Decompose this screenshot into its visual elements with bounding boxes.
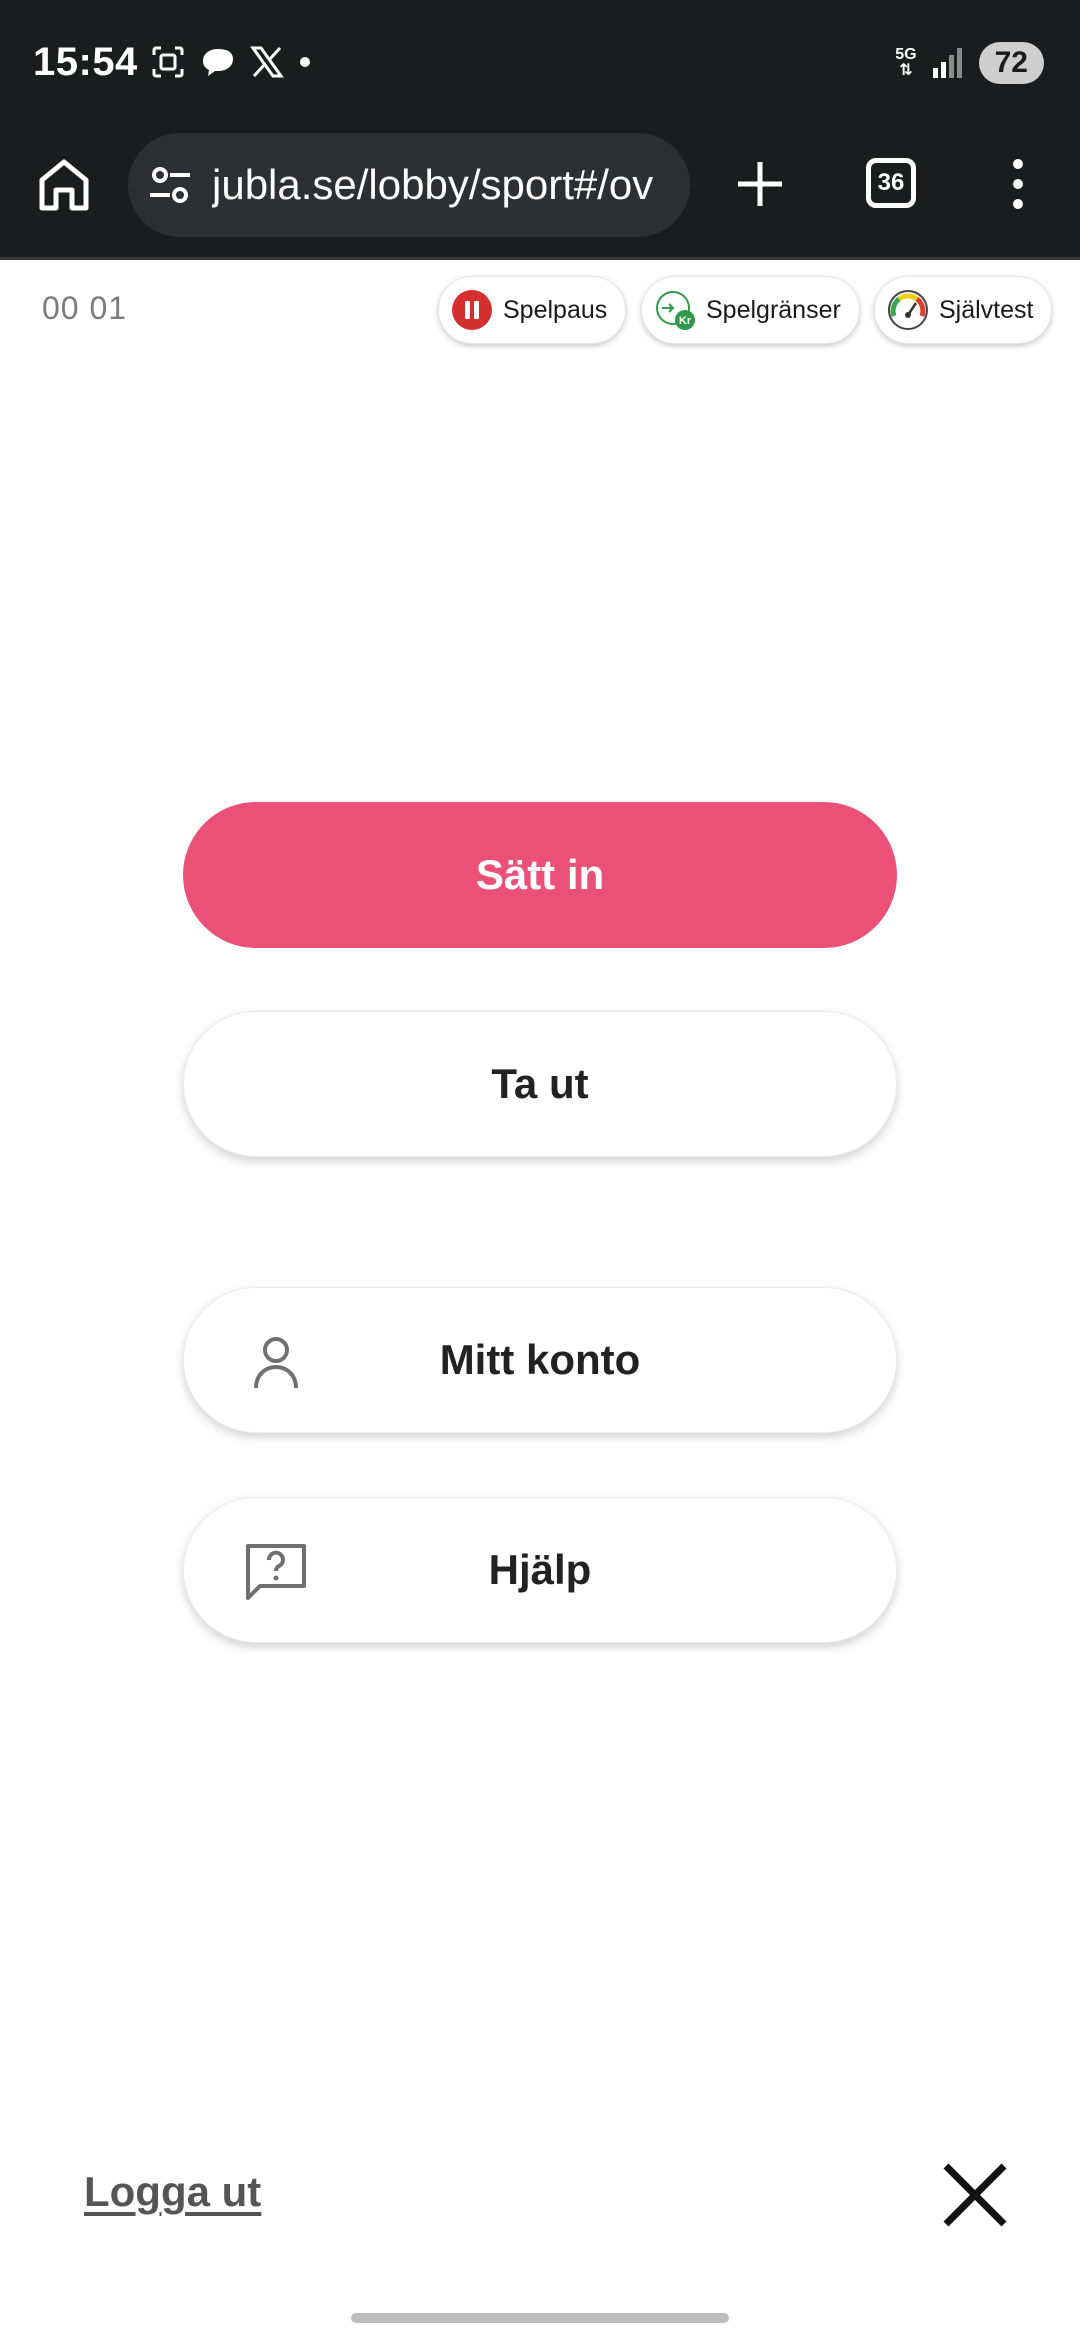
deposit-button[interactable]: Sätt in <box>183 802 897 948</box>
browser-toolbar: jubla.se/lobby/sport#/ov 36 <box>0 130 1080 260</box>
system-icons: 5G ⇅ 72 <box>895 42 1044 84</box>
tab-switcher-button[interactable]: 36 <box>866 158 916 208</box>
chat-bubble-icon <box>203 49 233 76</box>
user-icon <box>254 1337 298 1389</box>
data-arrows-icon: ⇅ <box>899 62 913 79</box>
session-timer: 00 01 <box>42 290 128 326</box>
my-account-button[interactable]: Mitt konto <box>183 1287 897 1433</box>
pause-icon <box>452 290 492 330</box>
close-icon[interactable] <box>940 2160 1010 2230</box>
url-text[interactable]: jubla.se/lobby/sport#/ov <box>212 161 678 209</box>
home-icon[interactable] <box>36 154 92 214</box>
network-type: 5G <box>895 46 917 63</box>
new-tab-icon[interactable] <box>732 156 788 212</box>
site-settings-icon[interactable] <box>148 163 192 207</box>
spelgranser-chip[interactable]: Kr Spelgränser <box>641 276 860 344</box>
battery-indicator: 72 <box>978 42 1044 84</box>
help-button[interactable]: Hjälp <box>183 1497 897 1643</box>
sjalvtest-chip[interactable]: Självtest <box>874 276 1053 344</box>
my-account-label: Mitt konto <box>439 1336 641 1383</box>
limit-icon: Kr <box>656 291 695 330</box>
gauge-icon <box>888 290 928 330</box>
more-menu-icon[interactable] <box>1006 156 1030 212</box>
network-indicator: 5G ⇅ <box>895 47 916 79</box>
spelgranser-label: Spelgränser <box>706 295 841 324</box>
notification-icons <box>150 44 312 80</box>
status-time: 15:54 <box>33 40 138 84</box>
signal-icon <box>932 48 962 78</box>
dot-icon <box>300 57 310 67</box>
svg-text:Kr: Kr <box>679 315 692 327</box>
x-logo-icon <box>250 46 284 78</box>
address-bar[interactable]: jubla.se/lobby/sport#/ov <box>128 133 690 237</box>
gesture-home-bar[interactable] <box>351 2313 729 2323</box>
status-bar: 15:54 5G ⇅ 72 <box>0 0 1080 130</box>
logout-link[interactable]: Logga ut <box>84 2168 261 2216</box>
screenshot-icon <box>152 46 184 78</box>
spelpaus-label: Spelpaus <box>503 295 608 324</box>
spelpaus-chip[interactable]: Spelpaus <box>438 276 627 344</box>
sjalvtest-label: Självtest <box>939 295 1034 324</box>
help-label: Hjälp <box>488 1546 592 1593</box>
help-question-icon <box>246 1544 306 1600</box>
withdraw-button[interactable]: Ta ut <box>183 1011 897 1157</box>
